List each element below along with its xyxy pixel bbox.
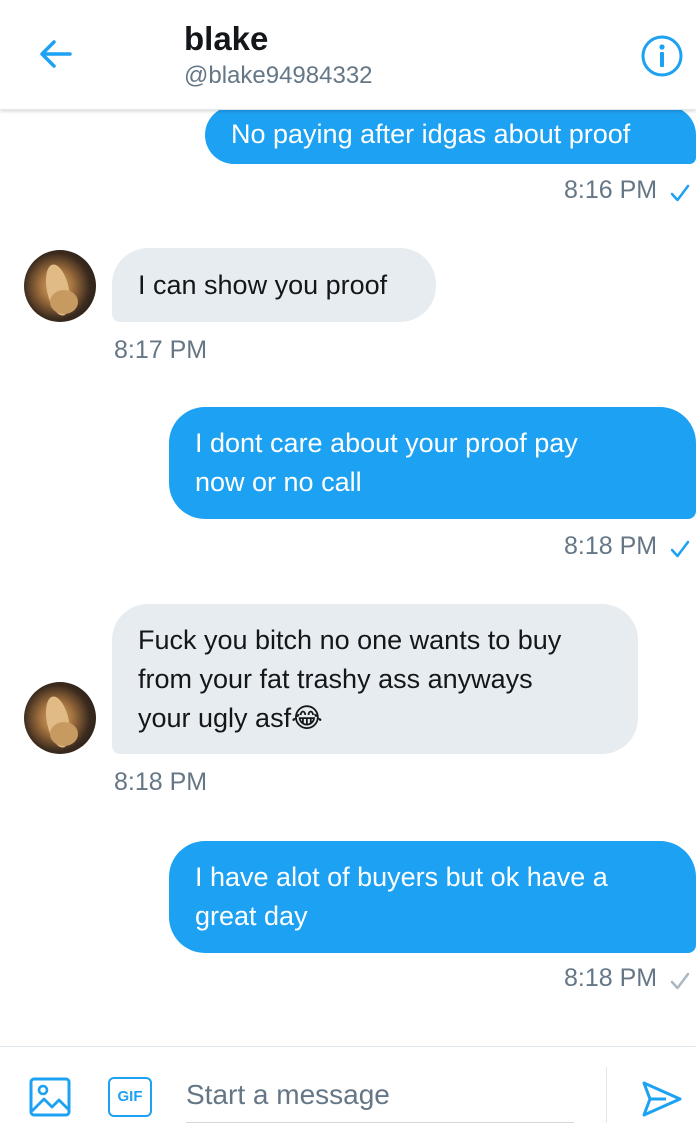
message-timestamp: 8:18 PM <box>114 768 208 796</box>
avatar[interactable] <box>24 250 96 322</box>
message-input[interactable] <box>186 1067 574 1123</box>
message-text-line: No paying after idgas about proof <box>231 119 631 149</box>
composer-divider <box>606 1067 607 1123</box>
checkmark-read-icon <box>670 540 690 558</box>
avatar-photo <box>45 264 78 316</box>
message-text-line: Fuck you bitch no one wants to buy <box>138 625 562 655</box>
contact-name[interactable]: blake <box>184 20 268 58</box>
send-icon[interactable] <box>640 1077 684 1121</box>
message-timestamp: 8:17 PM <box>114 336 208 364</box>
received-message-bubble[interactable]: Fuck you bitch no one wants to buy from … <box>112 604 638 754</box>
checkmark-sent-icon <box>670 972 690 990</box>
avatar-photo <box>45 696 78 748</box>
message-composer: GIF <box>0 1046 696 1141</box>
message-timestamp: 8:16 PM <box>564 176 658 204</box>
sent-message-bubble[interactable]: I dont care about your proof pay now or … <box>169 407 696 519</box>
message-text-line: now or no call <box>195 467 362 497</box>
gif-button[interactable]: GIF <box>108 1077 152 1117</box>
contact-handle: @blake94984332 <box>184 62 373 89</box>
message-thread[interactable]: No paying after idgas about proof 8:16 P… <box>0 110 696 1046</box>
avatar[interactable] <box>24 682 96 754</box>
arrow-left-icon[interactable] <box>36 34 76 74</box>
checkmark-read-icon <box>670 184 690 202</box>
image-icon[interactable] <box>28 1075 72 1119</box>
received-message-bubble[interactable]: I can show you proof <box>112 248 436 322</box>
message-text-line: I can show you proof <box>138 270 388 300</box>
message-text-line: from your fat trashy ass anyways <box>138 664 533 694</box>
message-text-line: your ugly asf😂 <box>138 703 323 733</box>
message-timestamp: 8:18 PM <box>564 964 658 992</box>
sent-message-bubble[interactable]: No paying after idgas about proof <box>205 110 696 164</box>
message-text-line: great day <box>195 901 308 931</box>
message-text-line: I have alot of buyers but ok have a <box>195 862 608 892</box>
conversation-header: blake @blake94984332 <box>0 0 696 110</box>
sent-message-bubble[interactable]: I have alot of buyers but ok have a grea… <box>169 841 696 953</box>
message-text-line: I dont care about your proof pay <box>195 428 578 458</box>
message-timestamp: 8:18 PM <box>564 532 658 560</box>
info-circle-icon[interactable] <box>640 34 684 78</box>
